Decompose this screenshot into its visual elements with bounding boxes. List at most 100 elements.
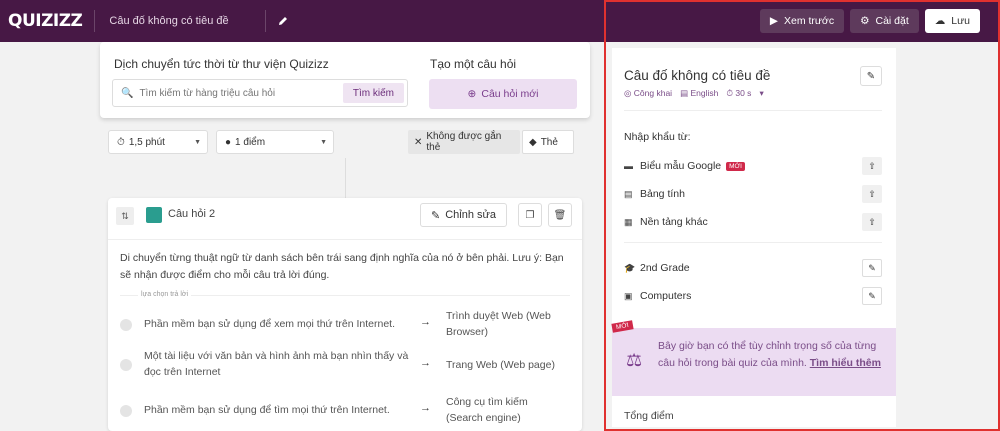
match-pair: Phần mềm bạn sử dụng để tìm mọi thứ trên…	[118, 394, 573, 428]
new-question-label: Câu hỏi mới	[481, 88, 539, 100]
editor-area: Dịch chuyển tức thời từ thư viện Quizizz…	[0, 42, 604, 431]
radio-indicator	[120, 319, 132, 331]
language-value: English	[690, 88, 719, 98]
divider	[624, 110, 882, 111]
definition-text: Công cụ tìm kiếm (Search engine)	[446, 396, 528, 424]
points-value: 1 điểm	[235, 136, 266, 148]
library-heading: Dịch chuyển tức thời từ thư viện Quizizz	[114, 57, 329, 71]
divider	[94, 10, 96, 32]
upload-icon[interactable]: ⇧	[862, 213, 882, 231]
points-select[interactable]: ● 1 điểm ▼	[216, 130, 334, 154]
upload-icon[interactable]: ⇧	[862, 157, 882, 175]
tag-icon: ◆	[529, 136, 537, 148]
graduation-cap-icon: 🎓	[624, 262, 636, 273]
new-question-button[interactable]: ⊕ Câu hỏi mới	[429, 79, 577, 109]
match-pair: Phần mềm bạn sử dụng để xem mọi thứ trên…	[118, 310, 573, 340]
question-card: ⇅ Câu hỏi 2 ✎ Chỉnh sửa ❐ 🗑 Di chuyển từ…	[108, 198, 582, 431]
definition-text: Trình duyệt Web (Web Browser)	[446, 310, 551, 338]
time-value: 1,5 phút	[128, 136, 165, 148]
import-google-forms[interactable]: ▬ Biểu mẫu Google MỚI ⇧	[624, 156, 882, 176]
pencil-icon: ✎	[431, 209, 441, 222]
timer-icon: ⏱	[117, 136, 125, 148]
search-input[interactable]	[139, 87, 330, 99]
chevron-down-icon: ▾	[759, 88, 764, 98]
time-select[interactable]: ⏱ 1,5 phút ▼	[108, 130, 208, 154]
term-text: Phần mềm bạn sử dụng để xem mọi thứ trên…	[144, 318, 396, 330]
pencil-icon: ✎	[866, 70, 876, 82]
question-text: Di chuyển từng thuật ngữ từ danh sách bê…	[120, 252, 564, 281]
upload-icon[interactable]: ⇧	[862, 185, 882, 203]
edit-question-button[interactable]: ✎ Chỉnh sửa	[420, 203, 507, 227]
new-badge: MỚI	[726, 161, 745, 171]
subject-value: Computers	[640, 290, 692, 302]
edit-subject-button[interactable]: ✎	[862, 287, 882, 305]
plus-circle-icon: ⊕	[467, 88, 477, 100]
search-card: Dịch chuyển tức thời từ thư viện Quizizz…	[100, 42, 590, 118]
close-icon: ✕	[414, 136, 423, 148]
document-icon: ▬	[624, 161, 633, 171]
delete-button[interactable]: 🗑	[548, 203, 572, 227]
definition-text: Trang Web (Web page)	[446, 359, 555, 371]
edit-quiz-button[interactable]: ✎	[860, 66, 882, 86]
edit-label: Chỉnh sửa	[445, 209, 496, 221]
promo-text: Bây giờ bạn có thể tùy chỉnh trọng số củ…	[658, 338, 884, 372]
points-icon: ●	[225, 136, 232, 148]
edit-title-button[interactable]	[274, 12, 292, 30]
untagged-label: Không được gắn thẻ	[426, 131, 502, 153]
search-button[interactable]: Tìm kiếm	[342, 83, 404, 103]
import-label: Bảng tính	[640, 188, 685, 200]
time-value: 30 s	[735, 88, 752, 98]
new-badge: MỚI	[611, 320, 634, 333]
import-heading: Nhập khẩu từ:	[624, 131, 691, 143]
duplicate-button[interactable]: ❐	[518, 203, 542, 227]
choices-label: lựa chọn trả lời	[138, 291, 192, 298]
subject-row: ▣ Computers ✎	[624, 286, 882, 306]
tag-button[interactable]: ◆ Thẻ	[522, 130, 574, 154]
radio-indicator	[120, 405, 132, 417]
question-label: Câu hỏi 2	[168, 208, 216, 220]
search-icon: 🔍	[121, 87, 134, 99]
edit-grade-button[interactable]: ✎	[862, 259, 882, 277]
untagged-filter[interactable]: ✕ Không được gắn thẻ	[408, 130, 520, 154]
sidebar-quiz-title: Câu đố không có tiêu đề	[624, 68, 771, 83]
quizizz-logo[interactable]: QUIZIZZ	[8, 11, 83, 31]
quiz-title[interactable]: Câu đố không có tiêu đề	[109, 15, 228, 27]
import-label: Nền tảng khác	[640, 216, 708, 228]
book-icon: ▣	[624, 290, 633, 301]
import-other-platform[interactable]: ▦ Nền tảng khác ⇧	[624, 212, 882, 232]
tag-label: Thẻ	[540, 136, 558, 148]
grade-value: 2nd Grade	[640, 262, 690, 274]
create-heading: Tạo một câu hỏi	[430, 57, 517, 71]
question-header: ⇅ Câu hỏi 2 ✎ Chỉnh sửa ❐ 🗑	[108, 198, 582, 232]
pencil-icon: ✎	[868, 290, 876, 301]
total-points-label: Tổng điểm	[624, 410, 674, 422]
arrow-right-icon: →	[420, 357, 431, 369]
chevron-down-icon: ▼	[194, 138, 201, 146]
scale-icon: ⚖	[626, 350, 643, 370]
grade-row: 🎓 2nd Grade ✎	[624, 258, 882, 278]
divider	[108, 239, 582, 240]
match-type-icon	[146, 207, 162, 223]
search-box: 🔍 Tìm kiếm	[112, 79, 408, 107]
match-pair: Một tài liệu với văn bản và hình ảnh mà …	[118, 348, 573, 384]
pencil-icon: ✎	[868, 262, 876, 273]
copy-icon: ❐	[525, 209, 535, 221]
timer: ⏱ 30 s	[726, 88, 752, 98]
quiz-settings-panel: Câu đố không có tiêu đề ✎ ◎ Công khai ▤ …	[604, 0, 1000, 431]
radio-indicator	[120, 359, 132, 371]
visibility-value: Công khai	[633, 88, 673, 98]
divider	[264, 10, 266, 32]
arrow-right-icon: →	[420, 402, 431, 414]
import-spreadsheet[interactable]: ▤ Bảng tính ⇧	[624, 184, 882, 204]
language: ▤ English	[680, 88, 719, 98]
learn-more-link[interactable]: Tìm hiểu thêm	[810, 357, 881, 369]
settings-card: Câu đố không có tiêu đề ✎ ◎ Công khai ▤ …	[611, 48, 896, 427]
reorder-icon[interactable]: ⇅	[116, 207, 134, 225]
term-text: Phần mềm bạn sử dụng để tìm mọi thứ trên…	[144, 404, 390, 416]
chevron-down-icon: ▼	[320, 138, 327, 146]
quiz-meta[interactable]: ◎ Công khai ▤ English ⏱ 30 s ▾	[624, 88, 764, 99]
import-label: Biểu mẫu Google	[640, 160, 722, 172]
question-options-row: ⏱ 1,5 phút ▼ ● 1 điểm ▼ ✕ Không được gắn…	[108, 130, 580, 156]
term-text: Một tài liệu với văn bản và hình ảnh mà …	[144, 350, 409, 378]
trash-icon: 🗑	[553, 209, 567, 221]
